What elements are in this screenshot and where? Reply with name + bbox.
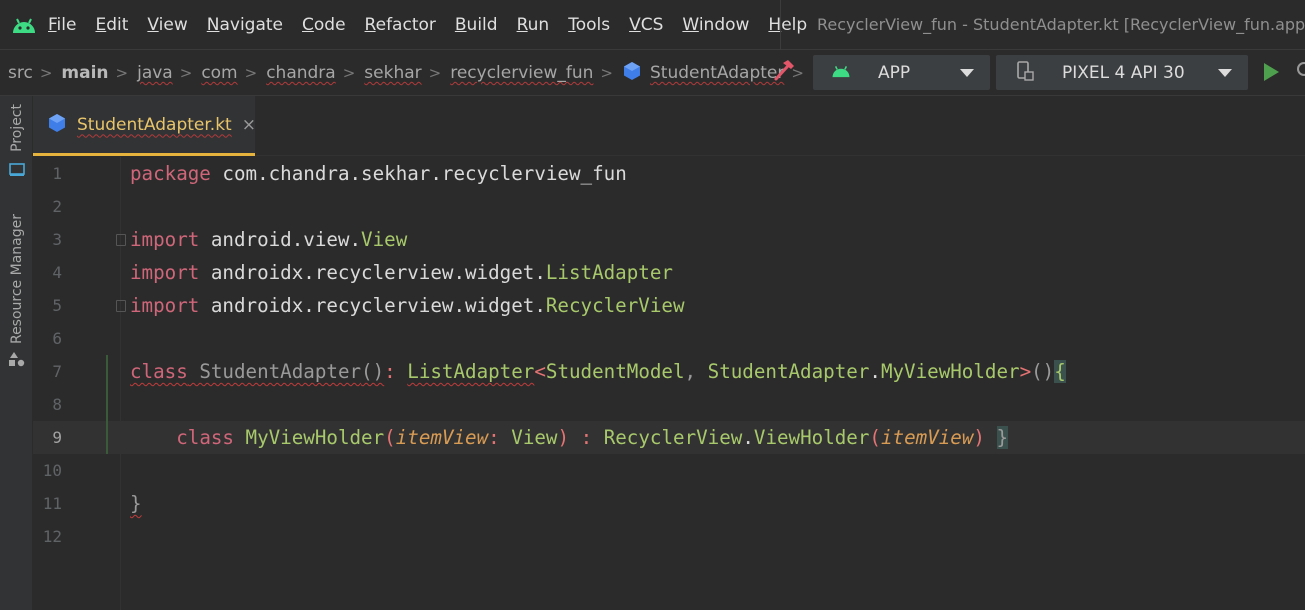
- line-number: 2: [52, 197, 62, 216]
- menu-build[interactable]: Build: [455, 0, 498, 50]
- run-configuration-dropdown[interactable]: APP: [813, 55, 990, 90]
- line-number: 5: [52, 296, 62, 315]
- breadcrumb-separator-icon: >: [342, 64, 356, 82]
- code-line-7: class StudentAdapter(): ListAdapter<Stud…: [130, 360, 1066, 383]
- close-tab-icon[interactable]: ×: [242, 115, 256, 135]
- line-number: 4: [52, 263, 62, 282]
- breadcrumb: src > main > java > com > chandra > sekhar > r…: [8, 50, 813, 96]
- code-line-4: import androidx.recyclerview.widget.List…: [130, 261, 673, 284]
- menu-edit[interactable]: Edit: [95, 0, 128, 50]
- tab-label: StudentAdapter.kt: [77, 114, 232, 135]
- menu-code[interactable]: Code: [302, 0, 346, 50]
- device-label: PIXEL 4 API 30: [1062, 62, 1185, 83]
- line-number: 3: [52, 230, 62, 249]
- menu-refactor[interactable]: Refactor: [365, 0, 436, 50]
- code-line-11: }: [130, 492, 142, 515]
- kotlin-class-icon: [47, 113, 67, 137]
- debug-icon[interactable]: [1297, 62, 1305, 76]
- project-icon: [9, 162, 25, 181]
- fold-toggle-icon[interactable]: [116, 234, 126, 246]
- menu-navigate[interactable]: Navigate: [207, 0, 283, 50]
- code-line-1: package com.chandra.sekhar.recyclerview_…: [130, 162, 627, 185]
- breadcrumb-separator-icon: >: [600, 64, 613, 82]
- chevron-down-icon: [1218, 69, 1232, 77]
- breadcrumb-src[interactable]: src: [8, 63, 33, 83]
- vcs-change-marker: [106, 355, 108, 454]
- code-line-3: import android.view.View: [130, 228, 408, 251]
- line-number: 7: [52, 362, 62, 381]
- line-number: 12: [42, 527, 62, 546]
- breadcrumb-main[interactable]: main: [61, 63, 108, 83]
- menu-bar: File Edit View Navigate Code Refactor Bu…: [0, 0, 1305, 50]
- code-editor[interactable]: 1 2 3 4 5 6 7 8 9 10 11 12 package com.c…: [33, 157, 1305, 610]
- resource-manager-tool-window-button[interactable]: Resource Manager: [9, 214, 25, 344]
- menu-file[interactable]: File: [48, 0, 76, 50]
- breadcrumb-java[interactable]: java: [137, 63, 173, 83]
- breadcrumb-recyclerview-fun[interactable]: recyclerview_fun: [450, 63, 593, 83]
- window-title: RecyclerView_fun - StudentAdapter.kt [Re…: [780, 0, 1305, 50]
- editor-tab-bar: StudentAdapter.kt ×: [33, 96, 1305, 156]
- breadcrumb-separator-icon: >: [39, 64, 53, 82]
- run-play-icon[interactable]: [1264, 63, 1279, 81]
- code-line-5: import androidx.recyclerview.widget.Recy…: [130, 294, 685, 317]
- menu-tools[interactable]: Tools: [568, 0, 610, 50]
- menu-view[interactable]: View: [147, 0, 187, 50]
- fold-toggle-icon[interactable]: [116, 300, 126, 312]
- left-tool-strip: Project Resource Manager: [0, 96, 33, 610]
- menu-window[interactable]: Window: [682, 0, 749, 50]
- run-configuration-label: APP: [878, 62, 911, 83]
- breadcrumb-separator-icon: >: [244, 64, 258, 82]
- project-tool-window-button[interactable]: Project: [9, 104, 25, 152]
- breadcrumb-chandra[interactable]: chandra: [266, 63, 336, 83]
- line-number: 10: [42, 461, 62, 480]
- breadcrumb-studentadapter[interactable]: StudentAdapter: [650, 63, 784, 83]
- menu-run[interactable]: Run: [517, 0, 550, 50]
- line-number-current: 9: [52, 428, 62, 447]
- breadcrumb-separator-icon: >: [428, 64, 442, 82]
- build-hammer-icon[interactable]: [772, 58, 796, 86]
- breadcrumb-sekhar[interactable]: sekhar: [364, 63, 421, 83]
- menu-vcs[interactable]: VCS: [629, 0, 663, 50]
- line-number: 1: [52, 164, 62, 183]
- line-number: 8: [52, 395, 62, 414]
- kotlin-class-icon: [622, 61, 642, 85]
- device-selector-dropdown[interactable]: PIXEL 4 API 30: [996, 55, 1248, 90]
- resource-manager-icon: [8, 351, 26, 371]
- chevron-down-icon: [960, 69, 974, 77]
- phone-device-icon: [1016, 60, 1034, 85]
- android-studio-logo-icon: [0, 0, 48, 50]
- breadcrumb-separator-icon: >: [179, 64, 193, 82]
- breadcrumb-com[interactable]: com: [201, 63, 237, 83]
- breadcrumb-separator-icon: >: [115, 64, 129, 82]
- line-number: 11: [42, 494, 62, 513]
- android-app-icon: [831, 63, 851, 82]
- line-number: 6: [52, 329, 62, 348]
- tab-studentadapter-kt[interactable]: StudentAdapter.kt ×: [33, 96, 256, 156]
- code-line-9: class MyViewHolder(itemView: View) : Rec…: [176, 426, 1009, 449]
